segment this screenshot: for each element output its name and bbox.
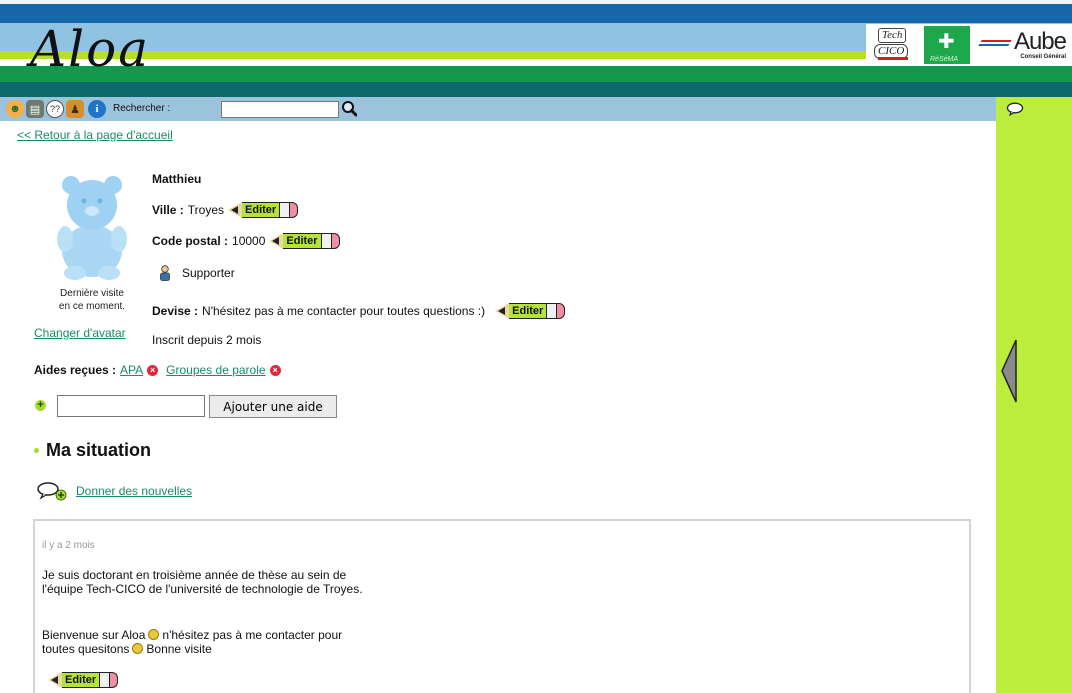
profile-name: Matthieu [152,172,202,186]
add-aide-input[interactable] [57,395,205,417]
change-avatar-link[interactable]: Changer d'avatar [34,326,126,340]
add-comment-icon[interactable] [36,481,70,501]
bullet-icon [34,448,39,453]
smiley-icon [132,643,144,654]
user-role-icon [160,265,170,281]
search-label: Rechercher : [113,103,171,114]
news-post: il y a 2 mois Je suis doctorant en trois… [33,519,971,693]
back-home-link[interactable]: << Retour à la page d'accueil [17,128,173,142]
post-paragraph-2-c: Bonne visite [146,642,212,656]
last-visit-text: Dernière visite en ce moment. [28,287,156,313]
code-postal-label: Code postal : [152,233,229,248]
inscrit-text: Inscrit depuis 2 mois [152,333,262,347]
right-sidebar [996,97,1072,693]
search-icon[interactable] [341,100,357,118]
pencil-icon [228,201,243,218]
post-timestamp: il y a 2 mois [42,540,95,551]
situation-heading: Ma situation [34,440,151,461]
edit-code-postal-button[interactable]: Editer [269,232,340,249]
pencil-icon [269,232,284,249]
aube-logo[interactable]: Aube Conseil Général [976,26,1070,64]
users-icon[interactable]: ☻ [6,100,24,118]
aube-logo-subtitle: Conseil Général [1020,54,1066,60]
edit-ville-button[interactable]: Editer [228,201,299,218]
pencil-icon [495,302,510,319]
book-icon[interactable]: ▤ [26,100,44,118]
resema-logo-text: RéSéMA [930,56,959,63]
edit-label: Editer [62,671,101,688]
aide-link-groupes-de-parole[interactable]: Groupes de parole [166,363,265,377]
situation-title: Ma situation [46,440,152,460]
ville-label: Ville : [152,202,184,217]
last-visit-line1: Dernière visite [60,288,124,299]
techcico-logo-top: Tech [878,28,907,43]
remove-aide-apa-icon[interactable]: × [147,364,159,376]
chat-bubble-icon[interactable] [1006,102,1024,116]
header-band-green [0,66,1072,82]
role-row: Supporter [152,265,235,281]
devise-value: N'hésitez pas à me contacter pour toutes… [202,303,486,318]
post-paragraph-2-a: Bienvenue sur Aloa [42,628,146,642]
aide-link-apa[interactable]: APA [120,363,143,377]
remove-aide-groupes-icon[interactable]: × [269,364,281,376]
site-header: Aloa Tech CICO ✚ RéSéMA Aube Conseil Gén… [0,0,1072,97]
aides-label: Aides reçues : [34,363,117,377]
aides-recues: Aides reçues : APA × Groupes de parole × [34,363,289,377]
post-paragraph-2: Bienvenue sur Aloa n'hésitez pas à me con… [42,628,372,656]
info-icon[interactable]: i [88,100,106,118]
add-plus-icon: + [35,400,46,411]
devise-row: Devise : N'hésitez pas à me contacter po… [152,302,566,319]
partner-logos: Tech CICO ✚ RéSéMA Aube Conseil Général [866,24,1072,66]
devise-label: Devise : [152,303,199,318]
site-logo[interactable]: Aloa [30,20,150,78]
edit-label: Editer [509,302,548,319]
post-paragraph-1: Je suis doctorant en troisième année de … [42,568,363,596]
give-news-link[interactable]: Donner des nouvelles [76,484,192,498]
techcico-logo-bar [878,57,908,60]
aube-logo-title: Aube [1013,28,1067,55]
edit-devise-button[interactable]: Editer [495,302,566,319]
edit-post-button[interactable]: Editer [48,671,119,688]
header-band-teal [0,82,1072,97]
pencil-icon [48,671,62,688]
role-text: Supporter [182,266,235,280]
smiley-icon [148,629,160,640]
inscrit-row: Inscrit depuis 2 mois [152,333,261,347]
ville-value: Troyes [187,202,225,217]
chat-icon[interactable]: ?? [46,100,64,118]
header-band-navy [0,4,1072,23]
bear-avatar [57,176,127,280]
search-input[interactable] [221,101,339,118]
ville-row: Ville : Troyes Editer [152,201,299,218]
toolbar: ☻ ▤ ?? ♟ i Rechercher : [0,97,996,121]
edit-label: Editer [242,201,281,218]
code-postal-row: Code postal : 10000 Editer [152,232,340,249]
resema-cross-icon: ✚ [938,31,955,53]
sidebar-expand-arrow-icon[interactable] [1000,338,1018,404]
aube-swoosh-icon [978,40,1012,46]
add-aide-button[interactable]: Ajouter une aide [209,395,337,418]
resema-logo[interactable]: ✚ RéSéMA [924,26,970,64]
last-visit-line2: en ce moment. [58,301,126,312]
edit-label: Editer [283,232,322,249]
code-postal-value: 10000 [232,233,266,248]
people-icon[interactable]: ♟ [66,100,84,118]
techcico-logo[interactable]: Tech CICO [870,26,920,64]
